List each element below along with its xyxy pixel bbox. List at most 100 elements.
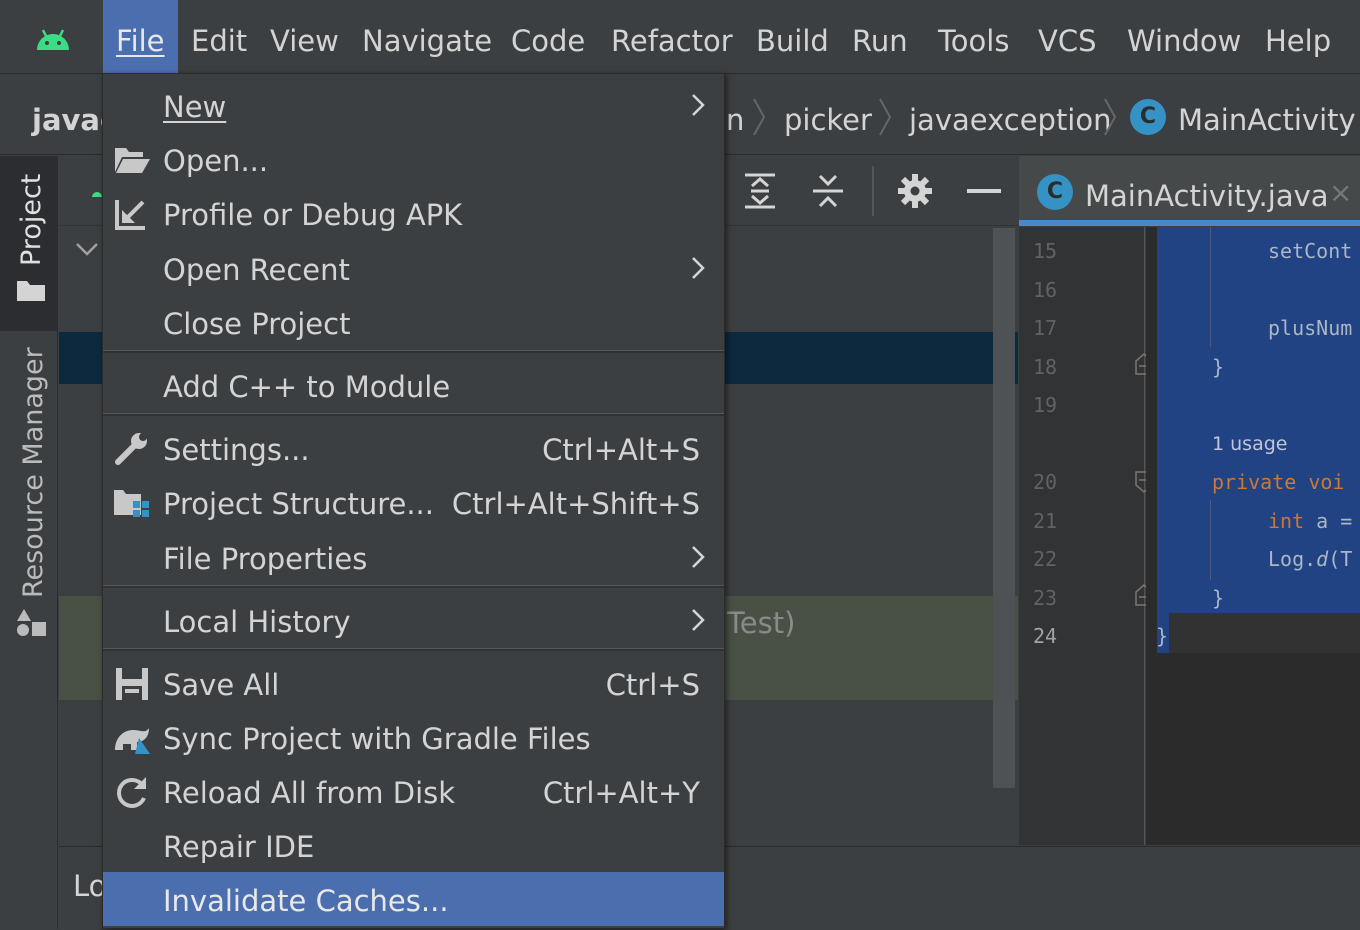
expand-all-icon[interactable] (743, 172, 777, 210)
code-method: d (1316, 547, 1329, 571)
menu-item-label: New (163, 90, 227, 124)
menu-file[interactable]: File (103, 0, 178, 74)
close-icon[interactable]: × (1329, 156, 1352, 230)
collapse-all-icon[interactable] (811, 172, 845, 210)
menu-item-label: Save All (163, 668, 280, 702)
tab-resource-manager[interactable]: Resource Manager (18, 347, 49, 598)
menu-item-settings[interactable]: Settings... Ctrl+Alt+S (103, 421, 724, 475)
line-number: 18 (1033, 355, 1058, 379)
menu-separator (103, 413, 724, 416)
menu-item-close-project[interactable]: Close Project (103, 295, 724, 349)
menu-item-shortcut: Ctrl+S (605, 668, 700, 702)
minimize-icon[interactable] (967, 189, 1001, 193)
reload-icon (117, 777, 146, 808)
line-number: 16 (1033, 278, 1058, 302)
chevron-right-icon (1104, 98, 1117, 136)
menu-item-label: Invalidate Caches... (163, 884, 449, 918)
menu-window[interactable]: Window (1127, 0, 1241, 74)
menu-refactor[interactable]: Refactor (611, 0, 733, 74)
menu-item-profile-apk[interactable]: Profile or Debug APK (103, 186, 724, 240)
indent-guide (1210, 227, 1211, 347)
code-line: setCont (1268, 239, 1353, 263)
menu-item-new[interactable]: New (103, 78, 724, 132)
editor-gutter: 15 16 17 18 19 20 21 22 23 24 (1019, 227, 1153, 845)
caret-row (1169, 613, 1360, 653)
menu-item-reload-disk[interactable]: Reload All from Disk Ctrl+Alt+Y (103, 764, 724, 818)
code-text: Log. (1268, 547, 1317, 571)
menu-item-open[interactable]: Open... (103, 132, 724, 186)
menu-item-label: Settings... (163, 433, 310, 467)
menu-item-save-all[interactable]: Save All Ctrl+S (103, 656, 724, 710)
breadcrumb-mainactivity[interactable]: MainActivity (1178, 75, 1356, 155)
line-number: 22 (1033, 547, 1058, 571)
menu-item-sync-gradle[interactable]: Sync Project with Gradle Files (103, 710, 724, 764)
menu-item-open-recent[interactable]: Open Recent (103, 241, 724, 295)
menu-item-shortcut: Ctrl+Alt+Shift+S (451, 487, 700, 521)
line-number: 24 (1033, 624, 1058, 648)
gear-icon[interactable] (897, 173, 933, 209)
menu-item-repair-ide[interactable]: Repair IDE (103, 818, 724, 872)
breadcrumb-picker[interactable]: picker (784, 75, 872, 155)
menu-run[interactable]: Run (852, 0, 908, 74)
menu-item-shortcut: Ctrl+Alt+S (542, 433, 700, 467)
menu-item-label: Open... (163, 144, 269, 178)
chevron-down-icon[interactable] (75, 242, 99, 258)
resource-manager-icon[interactable] (15, 608, 47, 638)
tab-mainactivity[interactable]: C MainActivity.java × (1019, 156, 1360, 226)
code-text: a = (1304, 509, 1353, 533)
code-text: (T (1328, 547, 1353, 571)
menu-separator (103, 585, 724, 588)
menu-item-label: Profile or Debug APK (163, 198, 463, 232)
menu-item-shortcut: Ctrl+Alt+Y (542, 776, 700, 810)
menu-separator (103, 648, 724, 651)
file-menu-dropdown: New Open... Profile or Debug APK Open Re… (102, 73, 725, 929)
menu-separator (103, 350, 724, 353)
breadcrumb-partial[interactable]: n (726, 75, 744, 155)
menu-item-local-history[interactable]: Local History (103, 593, 724, 647)
menu-item-label: Repair IDE (163, 830, 315, 864)
menu-help[interactable]: Help (1265, 0, 1331, 74)
code-line: int a = (1268, 509, 1352, 533)
tab-project-label: Project (16, 173, 47, 266)
menu-edit[interactable]: Edit (191, 0, 247, 74)
wrench-icon (115, 433, 147, 465)
chevron-right-icon (692, 257, 705, 279)
menu-tools[interactable]: Tools (938, 0, 1009, 74)
menu-build[interactable]: Build (756, 0, 829, 74)
chevron-right-icon (753, 98, 766, 136)
menu-navigate[interactable]: Navigate (362, 0, 492, 74)
gradle-sync-icon (115, 728, 150, 754)
menu-item-label: Reload All from Disk (163, 776, 456, 810)
tab-project[interactable]: Project (0, 156, 58, 331)
editor-tab-bar: C MainActivity.java × (1019, 156, 1360, 226)
menu-code[interactable]: Code (511, 0, 585, 74)
code-line: } (1212, 355, 1225, 379)
line-number: 20 (1033, 470, 1058, 494)
menu-item-label: Open Recent (163, 253, 350, 287)
folder-icon (17, 281, 45, 301)
left-tool-strip: Project Resource Manager (0, 156, 58, 929)
scrollbar[interactable] (993, 228, 1015, 788)
menu-item-label: Add C++ to Module (163, 370, 451, 404)
menu-item-file-properties[interactable]: File Properties (103, 530, 724, 584)
menu-item-add-cpp[interactable]: Add C++ to Module (103, 358, 724, 412)
code-line: } (1156, 624, 1169, 648)
chevron-right-icon (692, 546, 705, 568)
menu-item-label: File Properties (163, 542, 368, 576)
usage-hint[interactable]: 1 usage (1212, 433, 1287, 455)
line-number: 21 (1033, 509, 1058, 533)
menu-item-invalidate-caches[interactable]: Invalidate Caches... (103, 872, 724, 926)
menu-vcs[interactable]: VCS (1038, 0, 1097, 74)
menu-item-project-structure[interactable]: Project Structure... Ctrl+Alt+Shift+S (103, 475, 724, 529)
line-number: 17 (1033, 316, 1058, 340)
profile-apk-icon (115, 200, 145, 230)
project-structure-icon (114, 490, 149, 517)
menu-bar: File Edit View Navigate Code Refactor Bu… (0, 0, 1360, 74)
chevron-right-icon (692, 94, 705, 116)
indent-guide (1210, 500, 1211, 580)
code-line: plusNum (1268, 316, 1353, 340)
folder-open-icon (115, 148, 150, 173)
menu-view[interactable]: View (270, 0, 339, 74)
breadcrumb-javaexception[interactable]: javaexception (909, 75, 1112, 155)
chevron-right-icon (692, 609, 705, 631)
